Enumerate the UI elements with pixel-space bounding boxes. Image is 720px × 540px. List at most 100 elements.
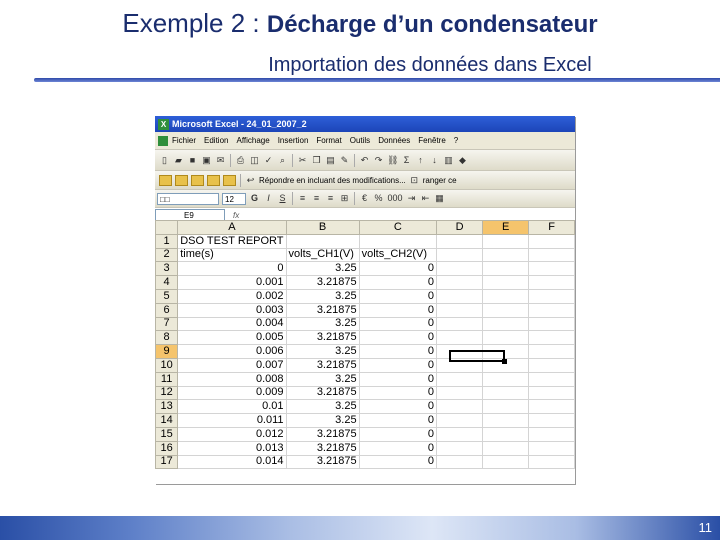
font-size-box[interactable]: 12 — [222, 192, 246, 205]
empty-cell[interactable] — [482, 261, 530, 277]
empty-cell[interactable] — [436, 371, 484, 387]
cell-c[interactable] — [358, 233, 438, 249]
align-center-icon[interactable]: ≡ — [311, 193, 322, 204]
chart-wizard-icon[interactable]: ▥ — [443, 155, 454, 166]
empty-cell[interactable] — [528, 275, 575, 290]
row-header[interactable]: 17 — [155, 454, 179, 470]
empty-cell[interactable] — [436, 247, 484, 263]
empty-cell[interactable] — [482, 413, 530, 428]
empty-cell[interactable] — [436, 440, 484, 456]
cell-c[interactable]: volts_CH2(V) — [358, 247, 438, 263]
cell-b[interactable]: 3.25 — [285, 261, 360, 277]
row-header[interactable]: 15 — [155, 426, 179, 442]
empty-cell[interactable] — [528, 440, 575, 456]
empty-cell[interactable] — [436, 399, 484, 415]
redo-icon[interactable]: ↷ — [373, 155, 384, 166]
underline-button[interactable]: S — [277, 193, 288, 204]
cell-c[interactable]: 0 — [358, 330, 438, 346]
font-name-box[interactable]: □□ — [157, 192, 219, 205]
cell-c[interactable]: 0 — [358, 288, 438, 304]
empty-cell[interactable] — [528, 344, 575, 359]
cell-a[interactable]: 0.007 — [177, 357, 287, 373]
menu-outils[interactable]: Outils — [350, 136, 370, 145]
cell-b[interactable]: 3.21875 — [285, 302, 360, 318]
decrease-decimal-icon[interactable]: ⇤ — [420, 193, 431, 204]
copy-icon[interactable]: ❐ — [311, 155, 322, 166]
column-header[interactable]: F — [528, 220, 575, 235]
folder-icon[interactable] — [207, 174, 220, 186]
folder-icon[interactable] — [159, 174, 172, 186]
empty-cell[interactable] — [482, 330, 530, 346]
cell-c[interactable]: 0 — [358, 413, 438, 428]
empty-cell[interactable] — [482, 426, 530, 442]
empty-cell[interactable] — [436, 330, 484, 346]
cell-a[interactable]: time(s) — [177, 247, 287, 263]
menu-donnees[interactable]: Données — [378, 136, 410, 145]
empty-cell[interactable] — [528, 247, 575, 263]
cell-a[interactable]: 0.011 — [177, 413, 287, 428]
align-right-icon[interactable]: ≡ — [325, 193, 336, 204]
italic-button[interactable]: I — [263, 193, 274, 204]
cell-a[interactable]: 0.009 — [177, 385, 287, 401]
empty-cell[interactable] — [436, 454, 484, 470]
arrange-label[interactable]: ranger ce — [423, 176, 457, 185]
menu-fenetre[interactable]: Fenêtre — [418, 136, 446, 145]
cell-b[interactable]: 3.25 — [285, 344, 360, 359]
autosum-icon[interactable]: Σ — [401, 155, 412, 166]
column-header[interactable]: B — [285, 220, 360, 235]
cell-c[interactable]: 0 — [358, 261, 438, 277]
spelling-icon[interactable]: ✓ — [263, 155, 274, 166]
cell-a[interactable]: 0 — [177, 261, 287, 277]
new-icon[interactable]: ▯ — [159, 155, 170, 166]
row-header[interactable]: 13 — [155, 399, 179, 415]
empty-cell[interactable] — [482, 233, 530, 249]
menu-insertion[interactable]: Insertion — [278, 136, 309, 145]
empty-cell[interactable] — [528, 413, 575, 428]
cell-c[interactable]: 0 — [358, 385, 438, 401]
menu-edition[interactable]: Edition — [204, 136, 228, 145]
cell-c[interactable]: 0 — [358, 357, 438, 373]
save-icon[interactable]: ■ — [187, 155, 198, 166]
open-icon[interactable]: ▰ — [173, 155, 184, 166]
cell-a[interactable]: DSO TEST REPORT — [177, 233, 287, 249]
cell-b[interactable]: 3.21875 — [285, 357, 360, 373]
drawing-icon[interactable]: ◆ — [457, 155, 468, 166]
sort-asc-icon[interactable]: ↑ — [415, 155, 426, 166]
row-header[interactable]: 7 — [155, 316, 179, 332]
menu-format[interactable]: Format — [316, 136, 341, 145]
cell-b[interactable]: 3.25 — [285, 288, 360, 304]
empty-cell[interactable] — [528, 357, 575, 373]
research-icon[interactable]: ⌕ — [277, 155, 288, 166]
empty-cell[interactable] — [436, 302, 484, 318]
empty-cell[interactable] — [528, 426, 575, 442]
cell-c[interactable]: 0 — [358, 302, 438, 318]
cell-c[interactable]: 0 — [358, 371, 438, 387]
column-header-selected[interactable]: E — [482, 220, 530, 235]
empty-cell[interactable] — [528, 399, 575, 415]
row-header[interactable]: 8 — [155, 330, 179, 346]
increase-decimal-icon[interactable]: ⇥ — [406, 193, 417, 204]
cell-b[interactable]: 3.25 — [285, 371, 360, 387]
cell-a[interactable]: 0.01 — [177, 399, 287, 415]
row-header[interactable]: 3 — [155, 261, 179, 277]
column-header[interactable]: D — [436, 220, 484, 235]
empty-cell[interactable] — [528, 288, 575, 304]
cell-b[interactable]: 3.21875 — [285, 275, 360, 290]
cell-a[interactable]: 0.013 — [177, 440, 287, 456]
fill-handle[interactable] — [502, 359, 507, 364]
fx-label[interactable]: fx — [233, 211, 239, 220]
folder-icon[interactable] — [175, 174, 188, 186]
folder-icon[interactable] — [191, 174, 204, 186]
print-icon[interactable]: ⎙ — [235, 155, 246, 166]
cell-c[interactable]: 0 — [358, 426, 438, 442]
row-header[interactable]: 16 — [155, 440, 179, 456]
empty-cell[interactable] — [482, 275, 530, 290]
cut-icon[interactable]: ✂ — [297, 155, 308, 166]
cell-c[interactable]: 0 — [358, 440, 438, 456]
empty-cell[interactable] — [436, 316, 484, 332]
cell-b[interactable]: 3.25 — [285, 399, 360, 415]
empty-cell[interactable] — [436, 426, 484, 442]
empty-cell[interactable] — [528, 302, 575, 318]
empty-cell[interactable] — [482, 247, 530, 263]
row-header[interactable]: 14 — [155, 413, 179, 428]
